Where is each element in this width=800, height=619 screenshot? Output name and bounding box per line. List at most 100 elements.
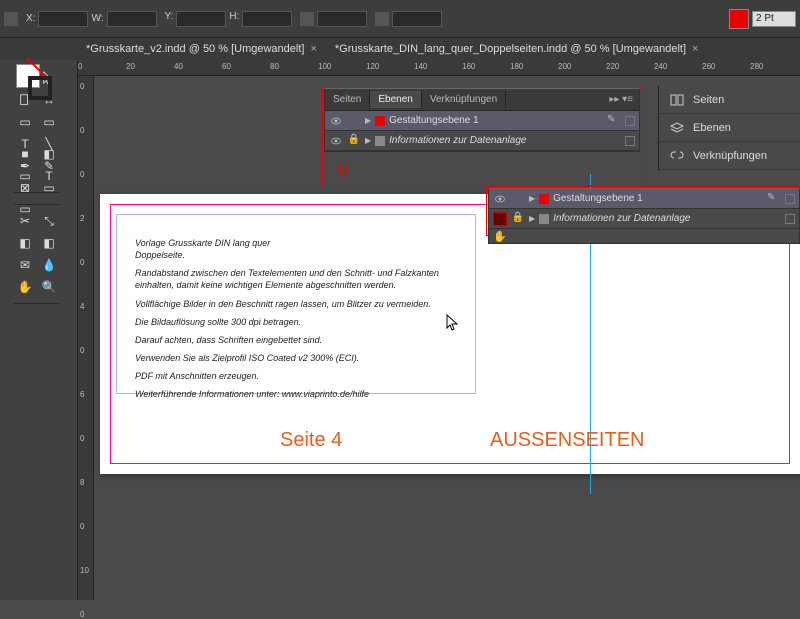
ruler-tick: 40: [174, 62, 183, 71]
strip-item-label: Ebenen: [693, 122, 731, 134]
selection-square-icon[interactable]: [785, 194, 795, 204]
h-label: H:: [229, 11, 239, 27]
stroke-weight-field[interactable]: [752, 11, 796, 27]
strip-item-links[interactable]: Verknüpfungen: [659, 142, 800, 170]
document-tab-title: *Grusskarte_DIN_lang_quer_Doppelseiten.i…: [335, 43, 686, 55]
paragraph: Verwenden Sie als Zielprofil ISO Coated …: [135, 352, 475, 364]
ruler-tick: 260: [702, 62, 715, 71]
layer-name[interactable]: Gestaltungsebene 1: [389, 115, 603, 126]
paragraph: Randabstand zwischen den Textelementen u…: [135, 267, 475, 291]
grab-cursor-icon: ✋: [493, 230, 507, 243]
visibility-toggle-off-icon[interactable]: [493, 212, 507, 226]
close-icon[interactable]: ×: [310, 43, 316, 55]
ruler-tick: 4: [80, 302, 84, 311]
layer-name[interactable]: Informationen zur Datenanlage: [553, 213, 781, 224]
document-tab[interactable]: *Grusskarte_DIN_lang_quer_Doppelseiten.i…: [327, 41, 707, 57]
visibility-toggle-icon[interactable]: [493, 192, 507, 206]
ruler-horizontal[interactable]: 020406080100120140160180200220240260280: [78, 60, 800, 76]
panel-flyout-icon[interactable]: ▸▸ ▾≡: [603, 94, 639, 105]
ruler-vertical[interactable]: 00020406080100: [78, 76, 94, 600]
paragraph: PDF mit Anschnitten erzeugen.: [135, 370, 475, 382]
twisty-icon[interactable]: ▶: [529, 214, 535, 223]
shear-icon[interactable]: [375, 12, 389, 26]
text-frame[interactable]: Vorlage Grusskarte DIN lang quer Doppels…: [116, 214, 476, 394]
layer-row[interactable]: ▶ Gestaltungsebene 1 ✎: [489, 189, 799, 209]
ruler-tick: 0: [78, 62, 82, 71]
layer-row[interactable]: ▶ Gestaltungsebene 1 ✎: [325, 111, 639, 131]
ruler-tick: 60: [222, 62, 231, 71]
layers-panel-secondary[interactable]: ▶ Gestaltungsebene 1 ✎ 🔒 ▶ Informationen…: [488, 188, 800, 244]
shear-field[interactable]: [392, 11, 442, 27]
layers-panel[interactable]: Seiten Ebenen Verknüpfungen ▸▸ ▾≡ ▶ Gest…: [324, 88, 640, 152]
tab-layers[interactable]: Ebenen: [370, 91, 421, 108]
screen-mode-tool[interactable]: ▭: [14, 199, 36, 219]
layers-icon: [669, 121, 685, 135]
note-tool[interactable]: ✉: [14, 255, 36, 275]
twisty-icon[interactable]: ▶: [529, 194, 535, 203]
h-field[interactable]: [242, 11, 292, 27]
layer-name[interactable]: Gestaltungsebene 1: [553, 193, 763, 204]
visibility-toggle-icon[interactable]: [329, 134, 343, 148]
ruler-tick: 240: [654, 62, 667, 71]
x-field[interactable]: [38, 11, 88, 27]
y-field[interactable]: [176, 11, 226, 27]
tab-pages[interactable]: Seiten: [325, 91, 370, 108]
formatting-container-tool[interactable]: ▭: [14, 166, 36, 186]
paragraph: Weiterführende Informationen unter: www.…: [135, 388, 475, 400]
target-layer-icon[interactable]: ✎: [767, 192, 781, 206]
panel-tab-bar: Seiten Ebenen Verknüpfungen ▸▸ ▾≡: [325, 89, 639, 111]
apply-gradient-tool[interactable]: ◧: [38, 144, 60, 164]
target-layer-icon[interactable]: ✎: [607, 114, 621, 128]
right-panel-strip: Seiten Ebenen Verknüpfungen: [658, 86, 800, 170]
lock-toggle-icon[interactable]: 🔒: [511, 212, 525, 226]
paragraph: Vollflächige Bilder in den Beschnitt rag…: [135, 298, 475, 310]
eyedropper-tool[interactable]: 💧: [38, 255, 60, 275]
twisty-icon[interactable]: ▶: [365, 116, 371, 125]
strip-item-label: Seiten: [693, 94, 724, 106]
fill-swatch[interactable]: [729, 9, 749, 29]
ruler-tick: 220: [606, 62, 619, 71]
layer-name[interactable]: Informationen zur Datenanlage: [389, 135, 621, 146]
rotate-icon[interactable]: [300, 12, 314, 26]
formatting-text-tool[interactable]: T: [38, 166, 60, 186]
gradient-feather-tool[interactable]: ◧: [38, 233, 60, 253]
ruler-tick: 0: [80, 258, 84, 267]
lock-toggle-icon[interactable]: 🔒: [347, 134, 361, 148]
twisty-icon[interactable]: ▶: [365, 136, 371, 145]
rotate-field[interactable]: [317, 11, 367, 27]
outer-pages-label: AUSSENSEITEN: [490, 429, 644, 452]
layer-row[interactable]: 🔒 ▶ Informationen zur Datenanlage: [325, 131, 639, 151]
links-icon: [669, 149, 685, 163]
strip-item-layers[interactable]: Ebenen: [659, 114, 800, 142]
content-placer-tool[interactable]: ▭: [38, 112, 60, 132]
document-tab[interactable]: *Grusskarte_v2.indd @ 50 % [Umgewandelt]…: [78, 41, 325, 57]
ruler-tick: 20: [126, 62, 135, 71]
tab-links[interactable]: Verknüpfungen: [422, 91, 506, 108]
apply-color-tool[interactable]: ■: [14, 144, 36, 164]
zoom-tool[interactable]: 🔍: [38, 277, 60, 297]
visibility-toggle-icon[interactable]: [329, 114, 343, 128]
close-icon[interactable]: ×: [692, 43, 698, 55]
w-label: W:: [91, 13, 103, 24]
ref-point-icon[interactable]: [4, 12, 18, 26]
hand-tool[interactable]: ✋: [14, 277, 36, 297]
ruler-tick: 0: [80, 82, 84, 91]
lock-toggle[interactable]: [347, 114, 361, 128]
ruler-tick: 0: [80, 346, 84, 355]
lock-toggle[interactable]: [511, 192, 525, 206]
selection-square-icon[interactable]: [785, 214, 795, 224]
layer-row[interactable]: 🔒 ▶ Informationen zur Datenanlage: [489, 209, 799, 229]
fill-stroke-control[interactable]: [16, 64, 52, 100]
selection-square-icon[interactable]: [625, 136, 635, 146]
w-field[interactable]: [107, 11, 157, 27]
selection-square-icon[interactable]: [625, 116, 635, 126]
ruler-tick: 0: [80, 170, 84, 179]
strip-item-pages[interactable]: Seiten: [659, 86, 800, 114]
content-collector-tool[interactable]: ▭: [14, 112, 36, 132]
page-text-content: Vorlage Grusskarte DIN lang quer Doppels…: [135, 237, 475, 406]
layer-color-chip: [375, 136, 385, 146]
document-tab-title: *Grusskarte_v2.indd @ 50 % [Umgewandelt]: [86, 43, 304, 55]
stroke-swatch-icon[interactable]: [28, 76, 52, 100]
gradient-swatch-tool[interactable]: ◧: [14, 233, 36, 253]
ruler-tick: 0: [80, 522, 84, 531]
